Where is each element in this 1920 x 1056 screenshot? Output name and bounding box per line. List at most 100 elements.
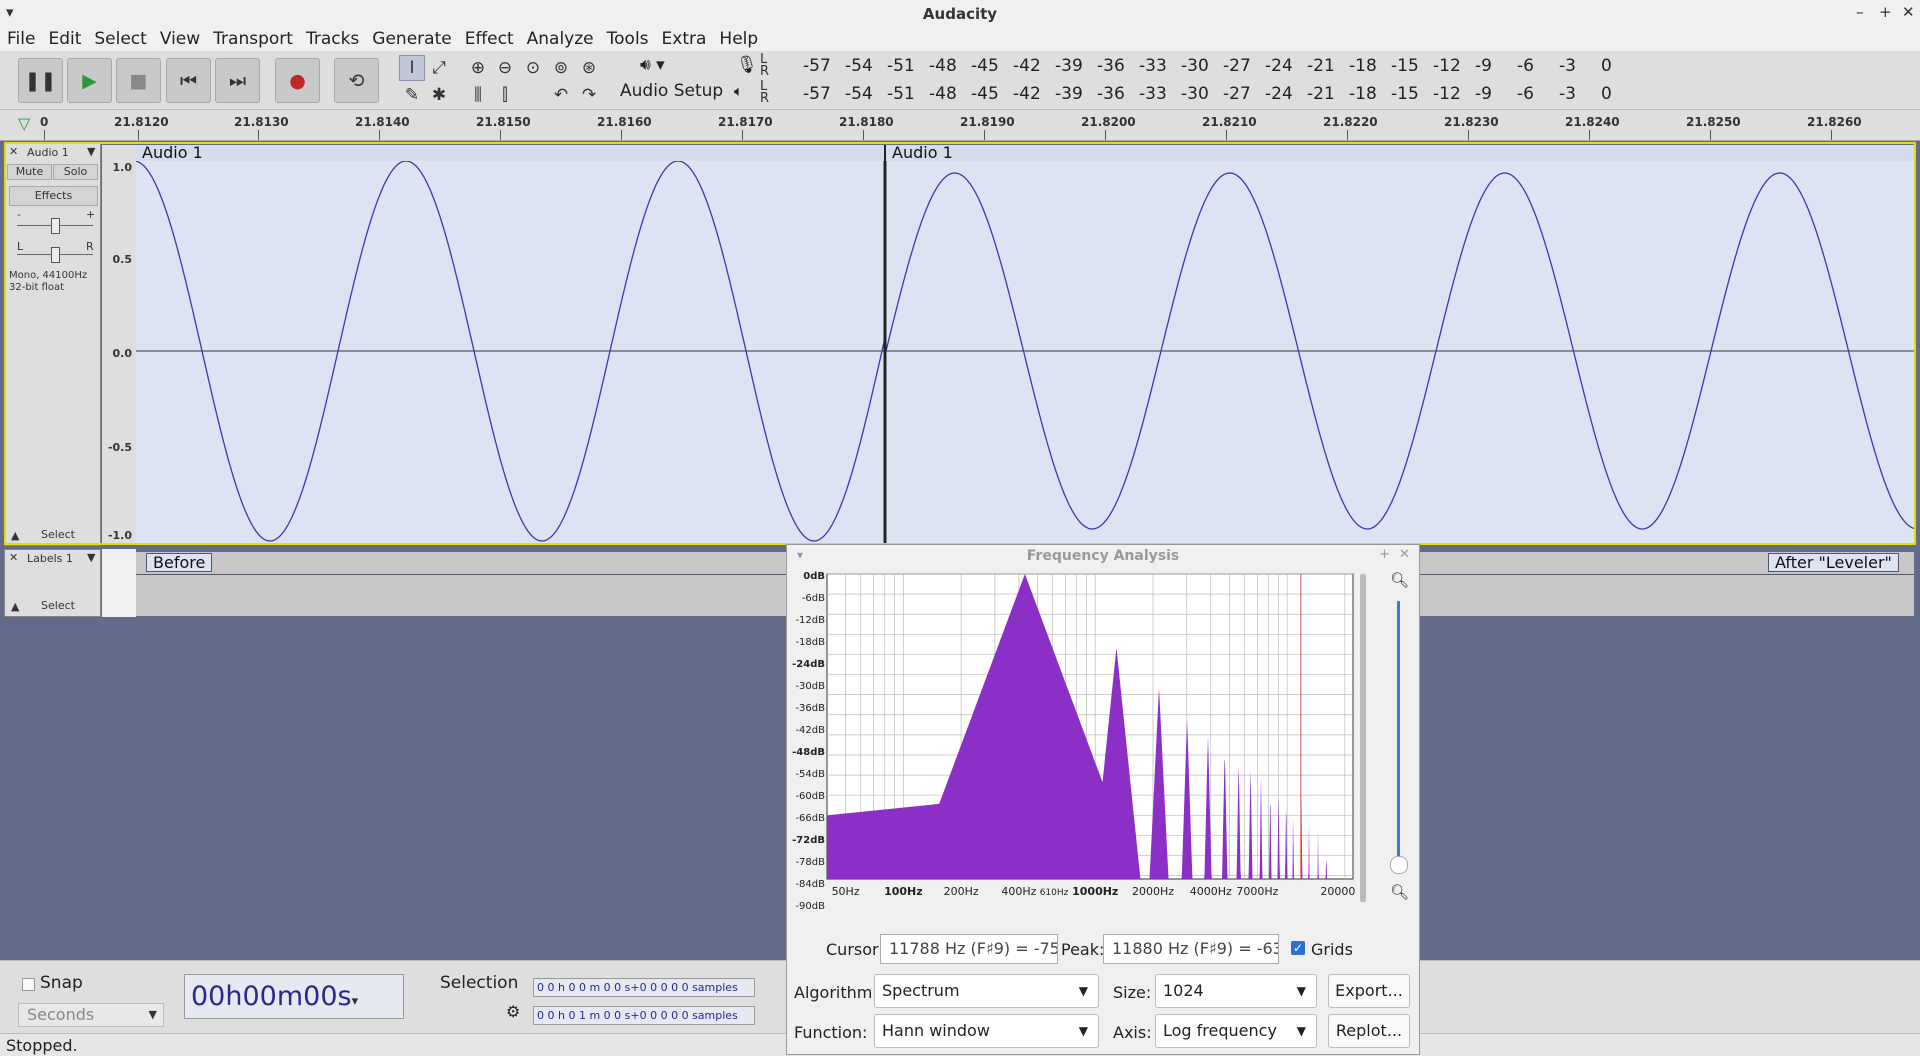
zoom-slider-track[interactable]	[1397, 601, 1400, 861]
silence-icon[interactable]: ⫿	[492, 82, 518, 108]
meter-scale-label: -3	[1559, 56, 1576, 76]
fit-selection-icon[interactable]: ⊙	[520, 55, 546, 81]
replot-button[interactable]: Replot...	[1328, 1014, 1410, 1048]
menu-select[interactable]: Select	[87, 26, 152, 49]
gain-slider-handle[interactable]	[51, 218, 60, 234]
snap-unit-select[interactable]: Seconds ▼	[18, 1003, 164, 1027]
menu-view[interactable]: View	[153, 26, 206, 49]
zoom-out-icon[interactable]: 🔍︎	[1390, 883, 1409, 901]
effects-button[interactable]: Effects	[9, 186, 98, 206]
menu-analyze[interactable]: Analyze	[520, 26, 600, 49]
zoom-slider-handle[interactable]	[1390, 856, 1408, 874]
ruler-tick-line	[1589, 130, 1590, 140]
label-track-name[interactable]: Labels 1	[27, 552, 73, 565]
speaker-meter-icon[interactable]: 🔈︎	[734, 82, 743, 100]
play-head-icon[interactable]: ▽	[18, 114, 30, 133]
export-button[interactable]: Export...	[1328, 974, 1410, 1008]
menu-tracks[interactable]: Tracks	[299, 26, 365, 49]
selection-start-field[interactable]: 0 0 h 0 0 m 0 0 s+0 0 0 0 0 samples	[533, 978, 755, 997]
select-label-track-button[interactable]: Select	[27, 599, 89, 615]
meter-scale-label: -51	[887, 84, 915, 104]
peak-field[interactable]: 11880 Hz (F♯9) = -63.7 dB	[1103, 934, 1279, 964]
menu-tools[interactable]: Tools	[600, 26, 655, 49]
track-name[interactable]: Audio 1	[27, 146, 69, 159]
redo-icon[interactable]: ↷	[576, 82, 602, 108]
draw-tool-icon[interactable]: ✎	[399, 82, 425, 108]
pause-button[interactable]: ❚❚	[18, 58, 63, 103]
collapse-track-icon[interactable]: ▲	[11, 529, 19, 542]
skip-end-button[interactable]: ⏭	[215, 58, 260, 103]
label-before[interactable]: Before	[146, 553, 213, 572]
zoom-toggle-icon[interactable]: ⊛	[576, 55, 602, 81]
meter-scale-label: -57	[803, 84, 831, 104]
collapse-label-track-icon[interactable]: ▲	[11, 600, 19, 613]
waveform-area[interactable]	[136, 145, 1914, 543]
selection-end-field[interactable]: 0 0 h 0 1 m 0 0 s+0 0 0 0 0 samples	[533, 1006, 755, 1025]
minimize-icon[interactable]: –	[1856, 3, 1864, 21]
solo-button[interactable]: Solo	[53, 164, 98, 180]
ruler-tick-line	[1226, 130, 1227, 140]
selection-tool-icon[interactable]: I	[399, 55, 425, 81]
dialog-title[interactable]: Frequency Analysis	[787, 545, 1419, 567]
loop-button[interactable]: ⟲	[334, 58, 379, 103]
zoom-in-tool-icon[interactable]: ⊕	[465, 55, 491, 81]
amplitude-scale[interactable]: 1.0 0.5 0.0 -0.5 -1.0	[102, 145, 137, 543]
snap-checkbox[interactable]	[22, 978, 35, 991]
dialog-menu-icon[interactable]: ▾	[797, 548, 803, 562]
label-after[interactable]: After "Leveler"	[1768, 553, 1899, 572]
cursor-field[interactable]: 11788 Hz (F♯9) = -75 dB	[880, 934, 1058, 964]
recording-meter[interactable]: -57 -54 -51 -48 -45 -42 -39 -36 -33 -30 -27 -24 -21-…	[776, 54, 1666, 76]
timeline-ruler[interactable]: ▽ 0 21.8120 21.8130 21.8140 21.8150 21.8160 21…	[0, 110, 1920, 141]
menu-effect[interactable]: Effect	[458, 26, 520, 49]
function-select[interactable]: Hann window ▼	[874, 1014, 1099, 1048]
spectrum-plot[interactable]: 50Hz 100Hz 200Hz 400Hz 610Hz 1000Hz 2000Hz 4000…	[825, 571, 1355, 901]
dialog-maximize-icon[interactable]: +	[1379, 547, 1390, 562]
menu-transport[interactable]: Transport	[206, 26, 299, 49]
algorithm-select[interactable]: Spectrum ▼	[874, 974, 1099, 1008]
time-display[interactable]: 00h00m00s▾	[184, 974, 404, 1019]
dialog-close-icon[interactable]: ✕	[1399, 547, 1410, 562]
playback-meter[interactable]: -57 -54 -51 -48 -45 -42 -39 -36 -33 -30 -27 -24 -21-…	[776, 82, 1666, 104]
clip-title-right[interactable]: Audio 1	[886, 145, 1914, 161]
record-button[interactable]: ●	[275, 58, 320, 103]
mute-button[interactable]: Mute	[7, 164, 52, 180]
axis-select[interactable]: Log frequency ▼	[1155, 1014, 1317, 1048]
pan-slider-handle[interactable]	[51, 247, 60, 263]
label-track-menu-chevron-icon[interactable]: ▼	[87, 551, 95, 564]
select-track-button[interactable]: Select	[27, 528, 89, 544]
speaker-icon[interactable]: 🔊︎ ▾	[640, 55, 665, 75]
undo-icon[interactable]: ↶	[548, 82, 574, 108]
time-format-chevron-icon[interactable]: ▾	[352, 994, 359, 1009]
meter-scale-label: -24	[1265, 84, 1293, 104]
snap-label: Snap	[40, 973, 83, 993]
fit-project-icon[interactable]: ⊚	[548, 55, 574, 81]
menu-edit[interactable]: Edit	[41, 26, 87, 49]
maximize-icon[interactable]: +	[1879, 3, 1892, 21]
ruler-tick-line	[1468, 130, 1469, 140]
zoom-in-icon[interactable]: 🔍︎	[1390, 571, 1409, 589]
zoom-out-tool-icon[interactable]: ⊖	[492, 55, 518, 81]
clip-title-left[interactable]: Audio 1	[136, 145, 884, 161]
stop-button[interactable]: ■	[116, 58, 161, 103]
multi-tool-icon[interactable]: ✱	[426, 82, 452, 108]
selection-settings-gear-icon[interactable]: ⚙	[506, 1002, 520, 1021]
label-track-control-panel: ✕ Labels 1 ▼ ▲ Select	[4, 549, 101, 617]
close-icon[interactable]: ✕	[1902, 3, 1915, 21]
audio-setup-button[interactable]: Audio Setup	[620, 81, 723, 101]
menu-generate[interactable]: Generate	[365, 26, 457, 49]
size-select[interactable]: 1024 ▼	[1155, 974, 1317, 1008]
menu-help[interactable]: Help	[712, 26, 764, 49]
db-label: -24dB	[792, 659, 825, 670]
skip-start-button[interactable]: ⏮	[166, 58, 211, 103]
microphone-icon[interactable]: 🎙︎	[736, 55, 758, 75]
menu-file[interactable]: File	[0, 26, 41, 49]
label-track-close-icon[interactable]: ✕	[9, 551, 18, 564]
menu-extra[interactable]: Extra	[655, 26, 713, 49]
grids-checkbox[interactable]: ✓	[1291, 941, 1305, 955]
track-menu-chevron-icon[interactable]: ▼	[87, 145, 95, 158]
track-close-icon[interactable]: ✕	[9, 145, 18, 158]
plot-scrollbar[interactable]	[1360, 574, 1366, 902]
envelope-tool-icon[interactable]: ⤢	[426, 55, 452, 81]
play-button[interactable]: ▶	[67, 58, 112, 103]
trim-icon[interactable]: ⫼	[465, 82, 491, 108]
